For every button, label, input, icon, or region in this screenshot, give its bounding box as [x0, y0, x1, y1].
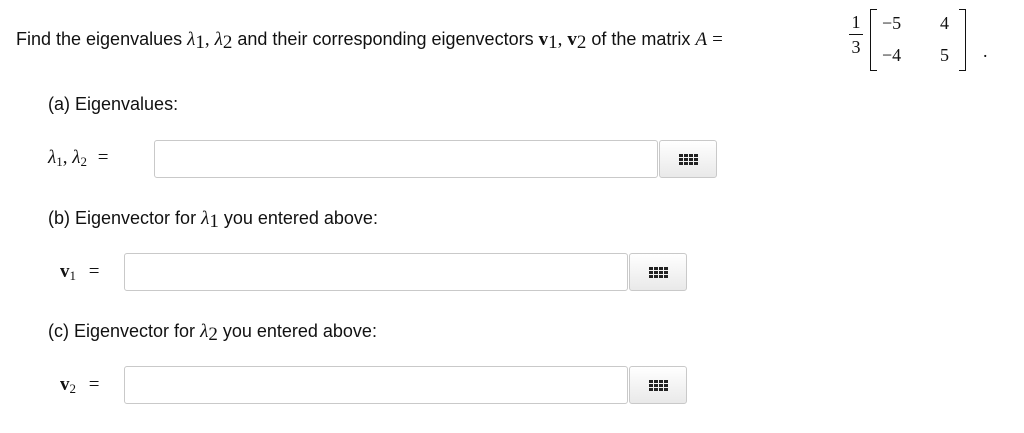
part-b-heading: (b) Eigenvector for λ1 you entered above…: [48, 208, 378, 233]
comma: ,: [62, 147, 68, 168]
question-middle: and their corresponding eigenvectors: [237, 29, 534, 49]
part-b-heading-prefix: (b) Eigenvector for: [48, 208, 197, 228]
vector-subscript-2: 2: [69, 381, 77, 396]
lambda-label: λ1, λ2 =: [48, 147, 108, 170]
v2-label: v2 =: [60, 374, 99, 397]
vector-symbol: v: [60, 374, 70, 395]
part-c-heading: (c) Eigenvector for λ2 you entered above…: [48, 321, 377, 346]
part-a-heading: (a) Eigenvalues:: [48, 94, 179, 114]
keyboard-grid-icon: [678, 153, 698, 165]
vector-symbol: v: [567, 29, 577, 50]
eigenvalues-input[interactable]: [154, 140, 658, 178]
vector-subscript-1: 1: [69, 268, 77, 283]
fraction-numerator: 1: [851, 12, 861, 32]
question-text: Find the eigenvalues λ1, λ2 and their co…: [16, 29, 723, 54]
comma: ,: [557, 29, 563, 50]
lambda-subscript-2: 2: [208, 324, 218, 345]
vector-symbol: v: [538, 29, 549, 50]
matrix-name: A: [695, 29, 708, 50]
equals-sign: =: [97, 147, 109, 168]
scalar-fraction: 1 3: [849, 12, 863, 57]
fraction-denominator: 3: [851, 37, 861, 57]
lambda-symbol: λ: [48, 147, 57, 168]
right-bracket: [959, 9, 966, 71]
matrix-cell: 4: [940, 13, 949, 33]
lambda-subscript-1: 1: [209, 211, 219, 232]
equals-sign: =: [88, 374, 100, 395]
lambda-symbol: λ: [214, 29, 223, 50]
lambda-subscript-2: 2: [222, 32, 233, 53]
fraction-bar: [849, 34, 863, 35]
part-c-heading-suffix: you entered above:: [222, 321, 377, 341]
left-bracket: [870, 9, 877, 71]
vector-subscript-2: 2: [576, 32, 587, 53]
lambda-subscript-2: 2: [80, 154, 87, 169]
matrix-cell: 5: [940, 45, 949, 65]
equals-sign: =: [88, 261, 100, 282]
vector-symbol: v: [60, 261, 70, 282]
keyboard-grid-icon: [648, 266, 668, 278]
lambda-subscript-1: 1: [195, 32, 205, 53]
question-intro: Find the eigenvalues: [16, 29, 183, 49]
question-end: of the matrix: [591, 29, 691, 49]
comma: ,: [204, 29, 210, 50]
eigenvector-2-keyboard-button[interactable]: [629, 366, 687, 404]
period: .: [983, 41, 988, 61]
eigenvector-2-input[interactable]: [124, 366, 628, 404]
equals-sign: =: [712, 29, 723, 50]
eigenvector-1-keyboard-button[interactable]: [629, 253, 687, 291]
matrix-A: −5 4 −4 5: [870, 9, 966, 71]
vector-subscript-1: 1: [548, 32, 558, 53]
matrix-cell: −5: [882, 13, 902, 33]
v1-label: v1 =: [60, 261, 99, 284]
matrix-cell: −4: [882, 45, 902, 65]
eigenvalues-keyboard-button[interactable]: [659, 140, 717, 178]
keyboard-grid-icon: [648, 379, 668, 391]
part-c-heading-prefix: (c) Eigenvector for: [48, 321, 196, 341]
eigenvector-1-input[interactable]: [124, 253, 628, 291]
part-b-heading-suffix: you entered above:: [223, 208, 378, 228]
